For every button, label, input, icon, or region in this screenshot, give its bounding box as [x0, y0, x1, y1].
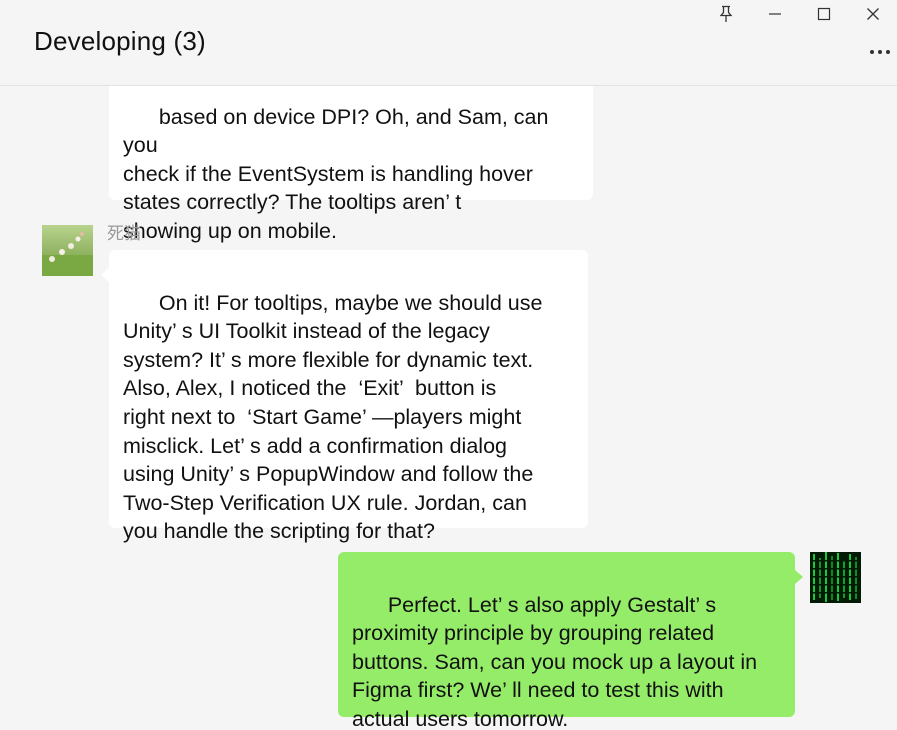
window-controls: [701, 0, 897, 28]
more-dot: [886, 50, 890, 54]
chat-window: based on device DPI? Oh, and Sam, can yo…: [0, 0, 897, 730]
pin-icon[interactable]: [701, 0, 750, 28]
maximize-icon[interactable]: [799, 0, 848, 28]
more-icon[interactable]: [867, 44, 893, 60]
avatar-image: [42, 225, 93, 276]
avatar[interactable]: [42, 225, 93, 276]
message-list[interactable]: based on device DPI? Oh, and Sam, can yo…: [0, 0, 897, 730]
sender-name: 死猫: [107, 224, 141, 243]
matrix-avatar-image: [810, 552, 861, 603]
chat-header: Developing (3): [0, 0, 897, 86]
message-text: based on device DPI? Oh, and Sam, can yo…: [123, 104, 549, 243]
more-dot: [878, 50, 882, 54]
message-text: Perfect. Let’ s also apply Gestalt’ s pr…: [352, 592, 758, 730]
more-dot: [870, 50, 874, 54]
message-text: On it! For tooltips, maybe we should use…: [123, 290, 543, 544]
message-bubble[interactable]: On it! For tooltips, maybe we should use…: [101, 250, 588, 543]
close-icon[interactable]: [848, 0, 897, 28]
minimize-icon[interactable]: [750, 0, 799, 28]
message-bubble-self[interactable]: Perfect. Let’ s also apply Gestalt’ s pr…: [338, 552, 803, 730]
chat-title: Developing (3): [34, 26, 206, 56]
self-avatar[interactable]: [810, 552, 861, 603]
